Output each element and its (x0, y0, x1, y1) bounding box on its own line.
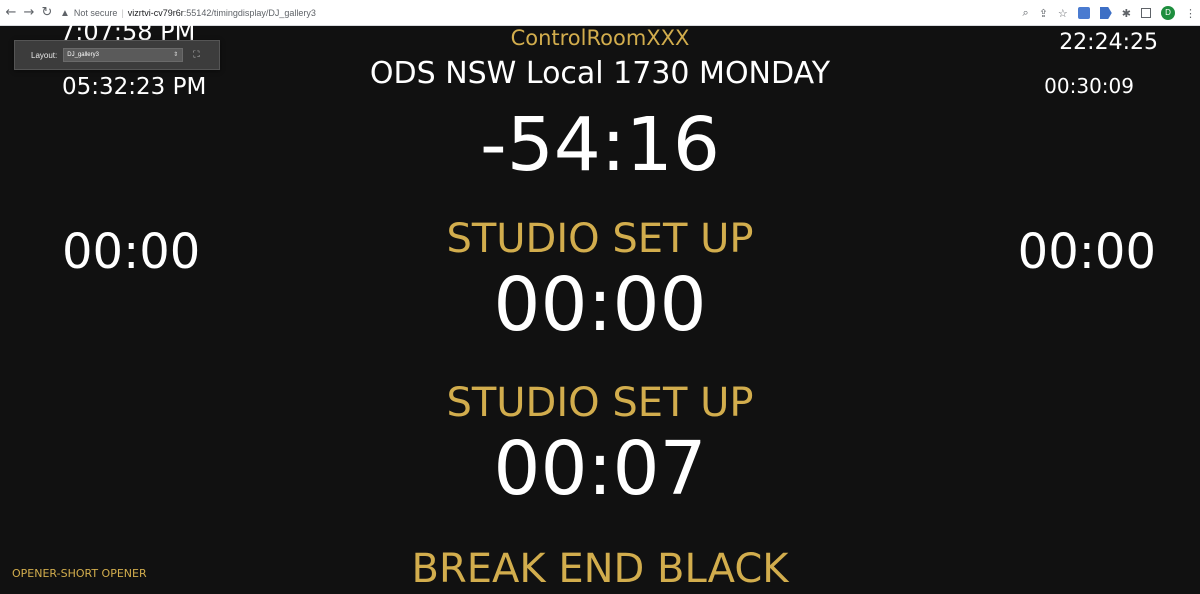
side-panel-icon[interactable] (1141, 8, 1151, 18)
forward-arrow-icon[interactable]: → (22, 4, 36, 22)
footer-left-label: OPENER-SHORT OPENER (12, 567, 147, 580)
secondary-clock-right: 00:30:09 (1044, 74, 1134, 98)
share-icon[interactable]: ⇪ (1039, 7, 1048, 20)
back-arrow-icon[interactable]: ← (4, 4, 18, 22)
extension-icon[interactable] (1077, 7, 1090, 19)
segment-1-time: 00:00 (493, 262, 707, 348)
puzzle-extensions-icon[interactable]: ✱ (1122, 7, 1131, 20)
url-host: vizrtvi-cv79r6r (127, 8, 184, 18)
url-separator: | (121, 8, 124, 18)
zoom-icon[interactable]: ⌕ (1023, 6, 1029, 20)
not-secure-label: Not secure (73, 8, 118, 18)
profile-avatar[interactable]: D (1161, 6, 1175, 20)
utc-clock: 22:24:25 (1059, 30, 1158, 55)
menu-kebab-icon[interactable]: ⋮ (1185, 7, 1196, 20)
bookmark-star-icon[interactable]: ☆ (1058, 7, 1068, 20)
reload-icon[interactable]: ↻ (40, 4, 54, 22)
layout-select[interactable]: DJ_gallery3 ⇕ (63, 48, 184, 62)
timing-display: 7:07:58 PM 05:32:23 PM Layout: DJ_galler… (0, 18, 1200, 594)
segment-1-title: STUDIO SET UP (446, 216, 754, 262)
next-item-title: BREAK END BLACK (411, 546, 789, 592)
main-countdown: -54:16 (480, 102, 720, 188)
extension-2-icon[interactable] (1099, 7, 1112, 19)
layout-select-value: DJ_gallery3 (67, 52, 99, 58)
layout-label: Layout: (31, 50, 58, 60)
layout-selector-panel: Layout: DJ_gallery3 ⇕ ⛶ (14, 40, 220, 70)
segment-2-time: 00:07 (493, 426, 707, 512)
select-arrow-icon: ⇕ (173, 52, 179, 58)
warning-icon: ▲ (60, 7, 70, 19)
fullscreen-icon[interactable]: ⛶ (193, 50, 199, 60)
url-path: :55142/timingdisplay/DJ_gallery3 (183, 8, 316, 18)
segment-2-title: STUDIO SET UP (446, 380, 754, 426)
